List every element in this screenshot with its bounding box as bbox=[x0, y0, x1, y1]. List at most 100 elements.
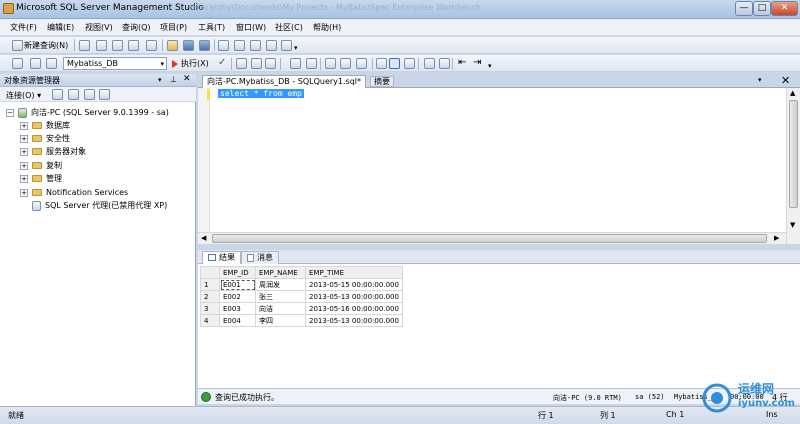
close-icon[interactable]: ✕ bbox=[183, 74, 191, 85]
cell[interactable]: 李四 bbox=[255, 314, 306, 327]
stop-icon[interactable] bbox=[84, 89, 95, 100]
display-plan-icon[interactable] bbox=[236, 58, 247, 69]
xmla-query-icon[interactable] bbox=[146, 40, 157, 51]
database-select[interactable]: Mybatiss_DB ▾ bbox=[63, 57, 167, 70]
include-plan-icon[interactable] bbox=[290, 58, 301, 69]
template-explorer-icon[interactable] bbox=[250, 40, 261, 51]
database-engine-query-icon[interactable] bbox=[79, 40, 90, 51]
tab-summary[interactable]: 摘要 bbox=[370, 76, 394, 87]
toolbox-icon[interactable] bbox=[281, 40, 292, 51]
row-number[interactable]: 1 bbox=[200, 278, 220, 291]
close-button[interactable]: ✕ bbox=[771, 1, 798, 16]
close-document-icon[interactable]: ✕ bbox=[781, 74, 790, 87]
disconnect-icon[interactable] bbox=[68, 89, 79, 100]
new-query-button[interactable]: 新建查询(N) bbox=[24, 40, 68, 51]
toggle-results-icon[interactable] bbox=[376, 58, 387, 69]
cell[interactable]: 2013-05-13 00:00:00.000 bbox=[305, 314, 403, 327]
pin-icon[interactable]: ⊥ bbox=[170, 74, 177, 85]
cell[interactable]: 2013-05-16 00:00:00.000 bbox=[305, 302, 403, 315]
table-row[interactable]: 4 E004 李四 2013-05-13 00:00:00.000 bbox=[200, 314, 403, 327]
collapse-icon[interactable]: − bbox=[6, 108, 14, 117]
client-stats-icon[interactable] bbox=[306, 58, 317, 69]
scroll-right-icon[interactable]: ▶ bbox=[774, 234, 779, 242]
menu-file[interactable]: 文件(F) bbox=[10, 22, 37, 33]
menu-window[interactable]: 窗口(W) bbox=[236, 22, 266, 33]
parse-check-icon[interactable]: ✓ bbox=[218, 57, 226, 68]
mdx-query-icon[interactable] bbox=[112, 40, 123, 51]
cell[interactable]: E004 bbox=[219, 314, 256, 327]
maximize-button[interactable]: □ bbox=[753, 1, 771, 16]
tab-messages[interactable]: 消息 bbox=[241, 251, 279, 264]
tree-item-sql-agent[interactable]: SQL Server 代理(已禁用代理 XP) bbox=[32, 200, 167, 212]
row-number[interactable]: 3 bbox=[200, 302, 220, 315]
results-to-text-icon[interactable] bbox=[325, 58, 336, 69]
column-header[interactable]: EMP_TIME bbox=[305, 266, 403, 279]
results-to-grid-icon[interactable] bbox=[340, 58, 351, 69]
registered-servers-icon[interactable] bbox=[218, 40, 229, 51]
uncomment-lines-icon[interactable] bbox=[439, 58, 450, 69]
sql-text[interactable]: select * from emp bbox=[218, 89, 304, 98]
table-row[interactable]: 3 E003 向洁 2013-05-16 00:00:00.000 bbox=[200, 302, 403, 315]
properties-icon[interactable] bbox=[266, 40, 277, 51]
cell[interactable]: 张三 bbox=[255, 290, 306, 303]
menu-help[interactable]: 帮助(H) bbox=[313, 22, 341, 33]
cell[interactable]: 向洁 bbox=[255, 302, 306, 315]
cell[interactable]: E003 bbox=[219, 302, 256, 315]
menu-view[interactable]: 视图(V) bbox=[85, 22, 113, 33]
editor-horizontal-scrollbar[interactable]: ◀ ▶ bbox=[198, 232, 786, 244]
change-connection-icon[interactable] bbox=[46, 58, 57, 69]
scroll-left-icon[interactable]: ◀ bbox=[201, 234, 206, 242]
object-explorer-icon[interactable] bbox=[234, 40, 245, 51]
column-header[interactable]: EMP_NAME bbox=[255, 266, 306, 279]
file-results-icon[interactable] bbox=[404, 58, 415, 69]
tree-item-databases[interactable]: + 数据库 bbox=[20, 120, 70, 132]
tree-item-replication[interactable]: + 复制 bbox=[20, 160, 62, 172]
decrease-indent-icon[interactable]: ⇤ bbox=[458, 57, 466, 68]
analysis-query-icon[interactable] bbox=[96, 40, 107, 51]
row-number[interactable]: 4 bbox=[200, 314, 220, 327]
query-designer-icon[interactable] bbox=[251, 58, 262, 69]
scroll-thumb[interactable] bbox=[212, 234, 767, 243]
table-row[interactable]: 1 E001 周润发 2013-05-15 00:00:00.000 bbox=[200, 278, 403, 291]
results-to-file-icon[interactable] bbox=[356, 58, 367, 69]
minimize-button[interactable]: — bbox=[735, 1, 753, 16]
sql-editor[interactable]: select * from emp bbox=[198, 88, 786, 232]
tree-item-management[interactable]: + 管理 bbox=[20, 173, 62, 185]
scroll-down-icon[interactable]: ▼ bbox=[790, 221, 795, 229]
tree-item-notification-services[interactable]: + Notification Services bbox=[20, 187, 128, 199]
editor-vertical-scrollbar[interactable]: ▲ ▼ bbox=[786, 88, 800, 244]
dropdown-icon[interactable]: ▾ bbox=[158, 75, 162, 86]
expand-icon[interactable]: + bbox=[20, 147, 28, 156]
tree-item-server-objects[interactable]: + 服务器对象 bbox=[20, 146, 86, 158]
connect-dropdown[interactable]: 连接(O) ▾ bbox=[6, 90, 41, 101]
tab-results[interactable]: 结果 bbox=[202, 251, 241, 264]
save-all-icon[interactable] bbox=[199, 40, 210, 51]
expand-icon[interactable]: + bbox=[20, 188, 28, 197]
tree-item-server[interactable]: − 向洁-PC (SQL Server 9.0.1399 - sa) bbox=[6, 107, 169, 119]
cell[interactable]: 2013-05-13 00:00:00.000 bbox=[305, 290, 403, 303]
cell[interactable]: 周润发 bbox=[255, 278, 306, 291]
cell[interactable]: E002 bbox=[219, 290, 256, 303]
comment-lines-icon[interactable] bbox=[424, 58, 435, 69]
menu-query[interactable]: 查询(Q) bbox=[122, 22, 151, 33]
tree-item-security[interactable]: + 安全性 bbox=[20, 133, 70, 145]
specify-values-icon[interactable] bbox=[265, 58, 276, 69]
refresh-icon[interactable] bbox=[99, 89, 110, 100]
scroll-up-icon[interactable]: ▲ bbox=[790, 89, 795, 97]
execute-button[interactable]: 执行(X) bbox=[181, 58, 209, 69]
results-grid[interactable]: EMP_ID EMP_NAME EMP_TIME 1 E001 周润发 2013… bbox=[198, 264, 800, 388]
table-row[interactable]: 2 E002 张三 2013-05-13 00:00:00.000 bbox=[200, 290, 403, 303]
open-file-icon[interactable] bbox=[167, 40, 178, 51]
menu-edit[interactable]: 编辑(E) bbox=[47, 22, 74, 33]
tab-list-icon[interactable]: ▾ bbox=[758, 76, 762, 84]
menu-tools[interactable]: 工具(T) bbox=[198, 22, 225, 33]
tab-sql-query[interactable]: 向洁-PC.Mybatiss_DB - SQLQuery1.sql* bbox=[202, 75, 367, 88]
connect-icon[interactable] bbox=[52, 89, 63, 100]
cell[interactable]: 2013-05-15 00:00:00.000 bbox=[305, 278, 403, 291]
connect-icon[interactable] bbox=[12, 58, 23, 69]
save-icon[interactable] bbox=[183, 40, 194, 51]
toolbar-overflow-icon[interactable]: ▾ bbox=[488, 62, 492, 70]
menu-project[interactable]: 项目(P) bbox=[160, 22, 187, 33]
expand-icon[interactable]: + bbox=[20, 161, 28, 170]
cell[interactable]: E001 bbox=[219, 278, 256, 291]
